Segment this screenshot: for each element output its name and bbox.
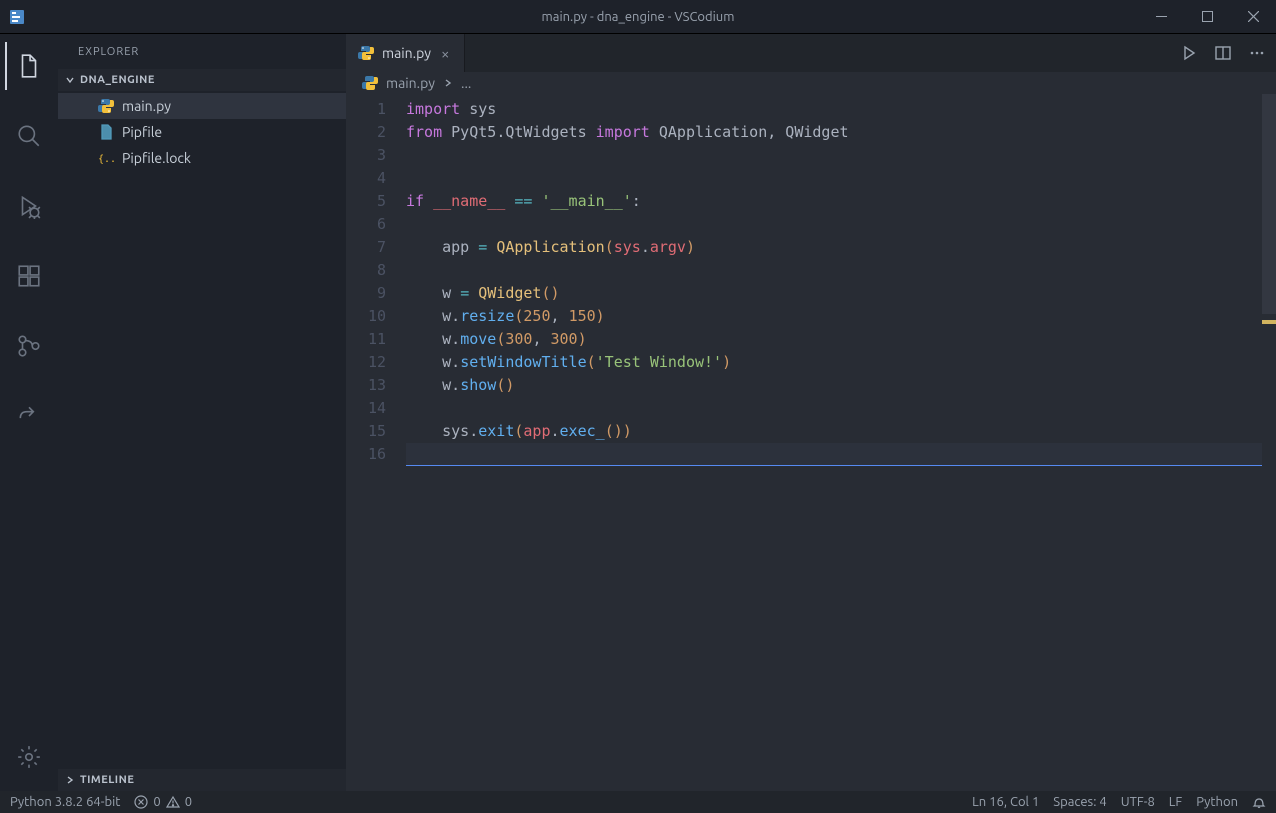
code-line[interactable]: from PyQt5.QtWidgets import QApplication… <box>406 121 1276 144</box>
json-icon: {..} <box>98 150 114 166</box>
activity-bar <box>0 34 58 791</box>
folder-section-header[interactable]: DNA_ENGINE <box>58 69 346 91</box>
code-line[interactable] <box>406 167 1276 190</box>
activity-extensions[interactable] <box>5 252 53 300</box>
file-name: Pipfile <box>122 124 162 140</box>
status-problems[interactable]: 0 0 <box>134 795 192 809</box>
svg-text:{..}: {..} <box>98 154 114 165</box>
warning-icon <box>166 795 180 809</box>
minimap-mark <box>1262 320 1276 324</box>
code-line[interactable]: w.show() <box>406 374 1276 397</box>
python-icon <box>358 45 374 61</box>
editor-region: main.py × main.py ... 123456789101112131… <box>346 34 1276 791</box>
file-row-Pipfile[interactable]: Pipfile <box>58 119 346 145</box>
code-line[interactable]: if __name__ == '__main__': <box>406 190 1276 213</box>
python-icon <box>362 75 378 91</box>
app-menu-icon[interactable] <box>0 8 34 26</box>
tab-main-py[interactable]: main.py × <box>346 34 465 72</box>
minimize-button[interactable] <box>1138 0 1184 33</box>
folder-name: DNA_ENGINE <box>80 74 155 86</box>
file-icon <box>98 124 114 140</box>
window-controls <box>1138 0 1276 33</box>
status-bell-icon[interactable] <box>1252 795 1266 809</box>
status-python-interpreter[interactable]: Python 3.8.2 64-bit <box>10 795 120 809</box>
status-indentation[interactable]: Spaces: 4 <box>1053 795 1106 809</box>
breadcrumb[interactable]: main.py ... <box>346 72 1276 94</box>
code-line[interactable] <box>406 259 1276 282</box>
file-name: main.py <box>122 98 171 114</box>
status-bar: Python 3.8.2 64-bit 0 0 Ln 16, Col 1 Spa… <box>0 791 1276 813</box>
split-editor-icon[interactable] <box>1214 44 1232 62</box>
activity-source-control[interactable] <box>5 322 53 370</box>
activity-explorer[interactable] <box>5 42 53 90</box>
timeline-label: TIMELINE <box>80 774 134 786</box>
more-icon[interactable] <box>1248 44 1266 62</box>
code-line[interactable]: w.resize(250, 150) <box>406 305 1276 328</box>
status-encoding[interactable]: UTF-8 <box>1121 795 1155 809</box>
file-row-Pipfile-lock[interactable]: {..} Pipfile.lock <box>58 145 346 171</box>
window-title: main.py - dna_engine - VSCodium <box>542 10 735 24</box>
code-line[interactable]: w.move(300, 300) <box>406 328 1276 351</box>
activity-share[interactable] <box>5 392 53 440</box>
python-icon <box>98 98 114 114</box>
code-line[interactable]: app = QApplication(sys.argv) <box>406 236 1276 259</box>
code-line[interactable]: import sys <box>406 98 1276 121</box>
status-language[interactable]: Python <box>1196 795 1238 809</box>
chevron-right-icon <box>443 78 453 88</box>
explorer-header: EXPLORER <box>58 34 346 69</box>
code-line[interactable]: w = QWidget() <box>406 282 1276 305</box>
activity-settings[interactable] <box>5 733 53 781</box>
file-list: main.py Pipfile {..} Pipfile.lock <box>58 91 346 171</box>
titlebar: main.py - dna_engine - VSCodium <box>0 0 1276 34</box>
warning-count: 0 <box>185 795 192 809</box>
status-cursor-position[interactable]: Ln 16, Col 1 <box>972 795 1039 809</box>
breadcrumb-file: main.py <box>386 75 435 91</box>
activity-search[interactable] <box>5 112 53 160</box>
activity-debug[interactable] <box>5 182 53 230</box>
code-line[interactable] <box>406 213 1276 236</box>
minimap-thumb[interactable] <box>1262 94 1276 314</box>
code-line[interactable]: sys.exit(app.exec_()) <box>406 420 1276 443</box>
file-row-main-py[interactable]: main.py <box>58 93 346 119</box>
code-line[interactable]: w.setWindowTitle('Test Window!') <box>406 351 1276 374</box>
file-name: Pipfile.lock <box>122 150 191 166</box>
maximize-button[interactable] <box>1184 0 1230 33</box>
tab-close-button[interactable]: × <box>439 45 451 62</box>
tab-bar: main.py × <box>346 34 1276 72</box>
breadcrumb-more: ... <box>461 75 471 91</box>
minimap[interactable] <box>1262 94 1276 791</box>
tab-label: main.py <box>382 45 431 61</box>
status-eol[interactable]: LF <box>1169 795 1182 809</box>
run-icon[interactable] <box>1180 44 1198 62</box>
explorer-sidebar: EXPLORER DNA_ENGINE main.py Pipfile {..} Pi… <box>58 34 346 791</box>
code-line[interactable] <box>406 144 1276 167</box>
error-count: 0 <box>153 795 160 809</box>
timeline-section-header[interactable]: TIMELINE <box>58 769 346 791</box>
code-area[interactable]: 12345678910111213141516 import sysfrom P… <box>346 94 1276 791</box>
code-line[interactable] <box>406 397 1276 420</box>
line-number-gutter: 12345678910111213141516 <box>346 94 406 791</box>
error-icon <box>134 795 148 809</box>
close-button[interactable] <box>1230 0 1276 33</box>
code-content[interactable]: import sysfrom PyQt5.QtWidgets import QA… <box>406 94 1276 791</box>
